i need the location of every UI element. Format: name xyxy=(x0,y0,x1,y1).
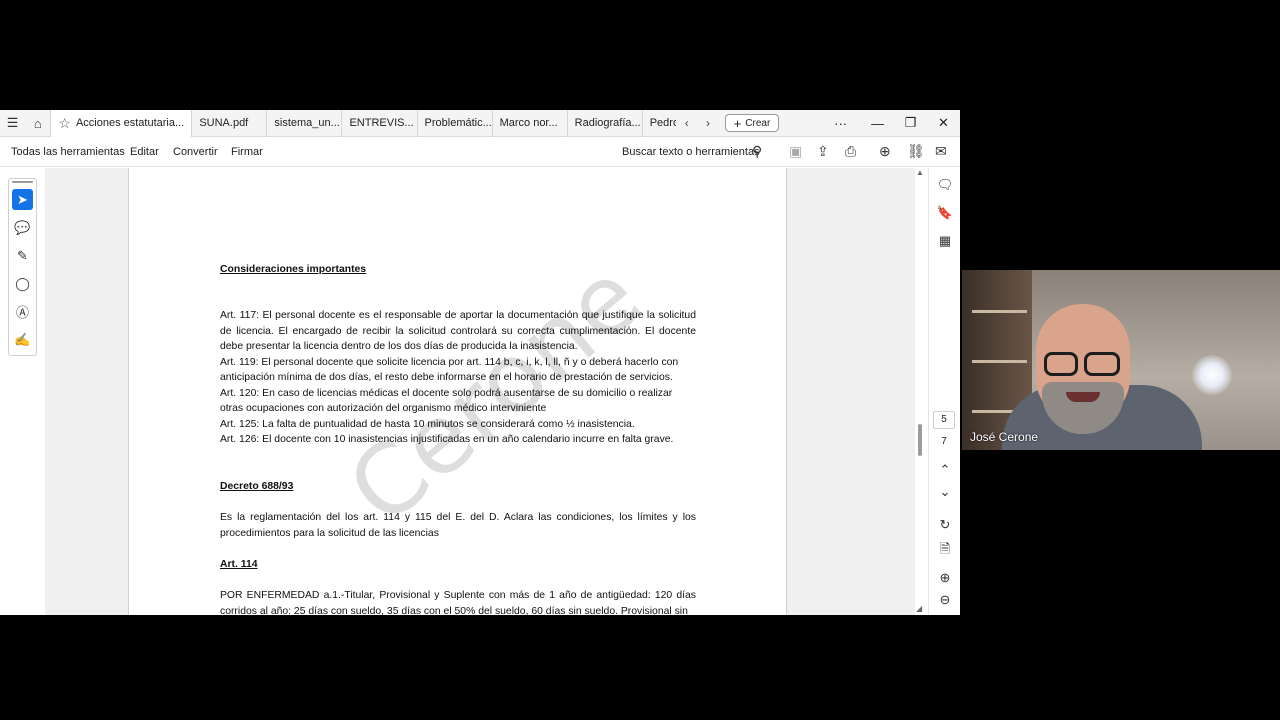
menu-all-tools[interactable]: Todas las herramientas xyxy=(11,146,125,158)
zoom-out-icon[interactable]: ⊖ xyxy=(936,591,954,609)
total-pages: 7 xyxy=(941,436,947,447)
search-tools-label[interactable]: Buscar texto o herramientas xyxy=(622,146,760,158)
chevron-up-icon[interactable]: ⌃ xyxy=(936,461,954,479)
page-info-icon[interactable]: 🗎 xyxy=(936,541,954,560)
minimize-icon[interactable]: — xyxy=(861,116,894,131)
more-options-icon[interactable]: ··· xyxy=(779,116,847,131)
refresh-icon[interactable]: ↻ xyxy=(936,516,954,534)
search-icon[interactable]: ⚲ xyxy=(752,143,762,160)
scrollbar-thumb[interactable] xyxy=(918,424,922,456)
text-box-icon[interactable]: Ⓐ xyxy=(12,301,33,322)
cloud-upload-icon[interactable]: ⇪ xyxy=(817,143,829,160)
tab-suna[interactable]: SUNA.pdf xyxy=(192,110,268,137)
heading-consideraciones: Consideraciones importantes xyxy=(220,264,367,275)
scroll-up-arrow-icon[interactable]: ▲ xyxy=(916,168,924,177)
highlight-pen-icon[interactable]: ✎ xyxy=(12,245,33,266)
document-viewport[interactable]: Cerone Consideraciones importantes Art. … xyxy=(45,168,915,615)
rail-grip[interactable] xyxy=(12,181,33,183)
pdf-page: Cerone Consideraciones importantes Art. … xyxy=(128,168,787,615)
thumbnails-grid-icon[interactable]: ▦ xyxy=(936,232,954,250)
tab-label: Problemátic... xyxy=(424,117,492,129)
lamp-light xyxy=(1192,355,1232,395)
tab-radiografia[interactable]: Radiografía... xyxy=(568,110,643,137)
toolbar: Todas las herramientas Editar Convertir … xyxy=(0,138,960,167)
glasses-right xyxy=(1084,352,1120,376)
add-comment-icon[interactable]: 💬 xyxy=(12,217,33,238)
line-art119-a: Art. 119: El personal docente que solici… xyxy=(220,357,679,368)
hamburger-menu-icon[interactable]: ☰ xyxy=(0,110,25,137)
quick-tools-rail: ➤ 💬 ✎ ◯ Ⓐ ✍ xyxy=(8,178,37,356)
screen: ☰ ⌂ ☆ Acciones estatutaria... ✕ SUNA.pdf… xyxy=(0,0,1280,720)
chevron-right-icon[interactable]: › xyxy=(697,116,718,130)
current-page-input[interactable]: 5 xyxy=(933,411,955,429)
participant-video-tile[interactable]: José Cerone xyxy=(962,270,1280,450)
shelf-line xyxy=(972,310,1027,313)
tab-label: ENTREVIS... xyxy=(349,117,414,129)
home-icon[interactable]: ⌂ xyxy=(25,110,50,137)
tab-sistema-un[interactable]: sistema_un... xyxy=(267,110,343,137)
select-cursor-icon[interactable]: ➤ xyxy=(12,189,33,210)
restore-icon[interactable]: ❐ xyxy=(894,115,927,131)
create-button[interactable]: + Crear xyxy=(724,114,780,132)
link-icon[interactable]: ⛓ xyxy=(907,143,925,160)
print-icon[interactable]: ⎙ xyxy=(845,143,856,160)
participant-name: José Cerone xyxy=(970,430,1039,444)
email-icon[interactable]: ✉ xyxy=(935,143,947,160)
sign-pen-icon[interactable]: ✍ xyxy=(12,329,33,350)
chevron-down-icon[interactable]: ⌄ xyxy=(936,483,954,501)
save-icon[interactable]: ▣ xyxy=(789,143,802,160)
chevron-left-icon[interactable]: ‹ xyxy=(676,116,697,130)
tab-pedro[interactable]: Pedro xyxy=(643,110,676,137)
window-close-icon[interactable]: ✕ xyxy=(927,115,960,131)
star-icon[interactable]: ☆ xyxy=(58,115,71,132)
shelf-line xyxy=(972,360,1027,363)
line-art120-a: Art. 120: En caso de licencias médicas e… xyxy=(220,388,673,399)
tab-problematica[interactable]: Problemátic... xyxy=(418,110,493,137)
tab-bar: ☰ ⌂ ☆ Acciones estatutaria... ✕ SUNA.pdf… xyxy=(0,110,960,137)
menu-edit[interactable]: Editar xyxy=(130,146,159,158)
vertical-scrollbar[interactable]: ▲ ◢ xyxy=(915,168,927,615)
draw-lasso-icon[interactable]: ◯ xyxy=(12,273,33,294)
menu-sign[interactable]: Firmar xyxy=(231,146,263,158)
bookmarks-icon[interactable]: 🔖 xyxy=(936,204,954,222)
create-label: Crear xyxy=(745,117,771,129)
tab-entrevis[interactable]: ENTREVIS... xyxy=(342,110,418,137)
line-art126: Art. 126: El docente con 10 inasistencia… xyxy=(220,434,674,445)
tab-label: sistema_un... xyxy=(274,117,340,129)
paragraph-art117: Art. 117: El personal docente es el resp… xyxy=(220,310,696,352)
comments-panel-icon[interactable]: 🗨 xyxy=(936,176,954,194)
glasses-left xyxy=(1044,352,1078,376)
tab-acciones-estatutarias[interactable]: ☆ Acciones estatutaria... ✕ xyxy=(50,110,193,137)
heading-art114: Art. 114 xyxy=(220,559,258,570)
resize-corner-icon[interactable]: ◢ xyxy=(916,604,922,613)
heading-decreto: Decreto 688/93 xyxy=(220,481,294,492)
line-art119-b: anticipación mínima de dos días, el rest… xyxy=(220,372,673,383)
share-user-icon[interactable]: ⊕ xyxy=(879,143,891,160)
line-art125: Art. 125: La falta de puntualidad de has… xyxy=(220,419,635,430)
line-art120-b: otras ocupaciones con autorización del o… xyxy=(220,403,547,414)
paragraph-decreto: Es la reglamentación del los art. 114 y … xyxy=(220,512,696,539)
participant-mouth xyxy=(1066,392,1100,402)
acrobat-window: ☰ ⌂ ☆ Acciones estatutaria... ✕ SUNA.pdf… xyxy=(0,110,960,615)
tab-label: Acciones estatutaria... xyxy=(75,117,185,129)
right-panel: 🗨 🔖 ▦ 5 7 ⌃ ⌄ ↻ 🗎 ⊕ ⊖ xyxy=(928,168,960,615)
tab-label: SUNA.pdf xyxy=(199,117,249,129)
tab-label: Marco nor... xyxy=(499,117,558,129)
tab-marco-nor[interactable]: Marco nor... xyxy=(493,110,568,137)
zoom-in-icon[interactable]: ⊕ xyxy=(936,569,954,587)
tab-label: Radiografía... xyxy=(574,117,641,129)
tab-label: Pedro xyxy=(649,117,677,129)
plus-icon: + xyxy=(733,115,742,131)
paragraph-art114: POR ENFERMEDAD a.1.-Titular, Provisional… xyxy=(220,590,696,615)
menu-convert[interactable]: Convertir xyxy=(173,146,218,158)
